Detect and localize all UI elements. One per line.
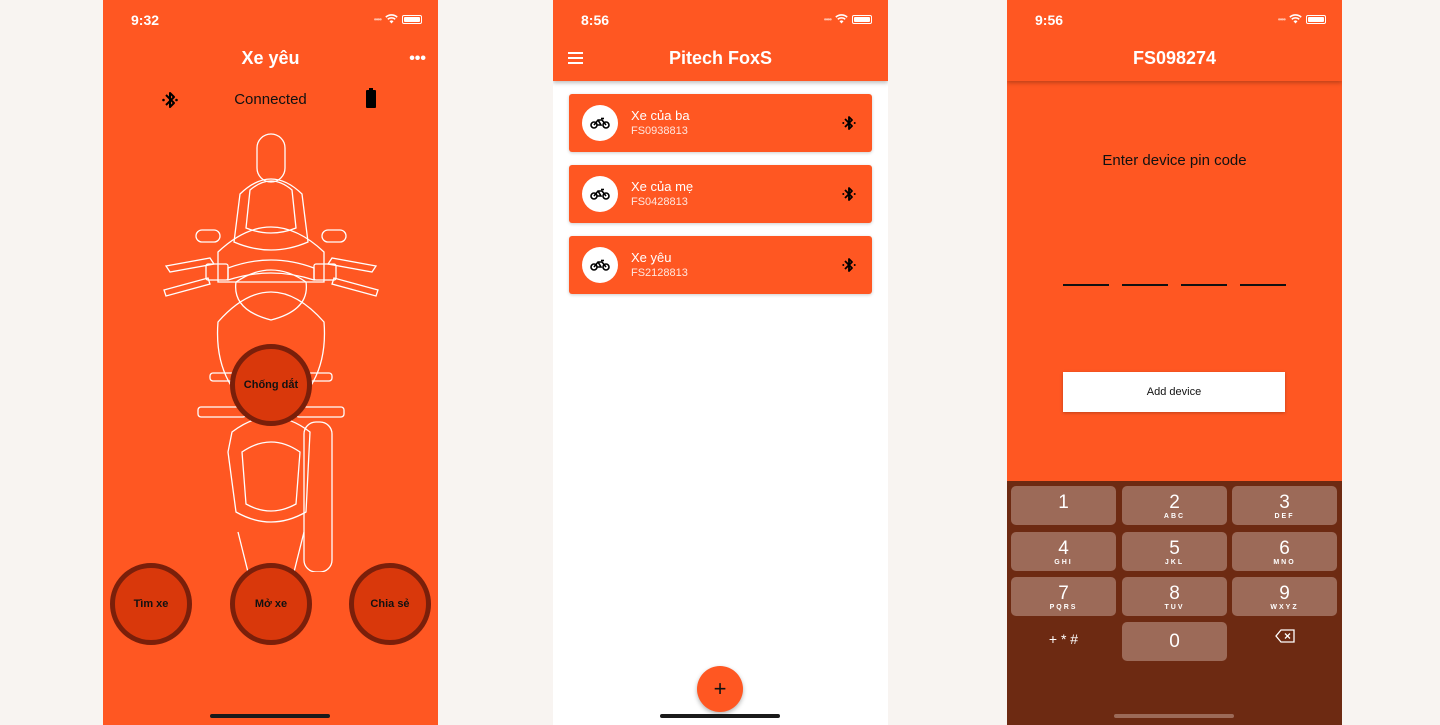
device-id: FS2128813	[631, 267, 688, 279]
device-card[interactable]: Xe yêu FS2128813	[569, 236, 872, 294]
bluetooth-icon[interactable]	[842, 114, 856, 132]
key-7[interactable]: 7 PQRS	[1011, 577, 1116, 616]
status-icons: ••••	[374, 14, 422, 24]
device-avatar	[582, 247, 618, 283]
key-4[interactable]: 4 GHI	[1011, 532, 1116, 571]
status-icons: ••••	[1278, 14, 1326, 24]
status-bar: 9:32 ••••	[103, 0, 438, 40]
key-letters: PQRS	[1049, 604, 1078, 611]
page-title: Pitech FoxS	[668, 48, 773, 68]
device-name: Xe của mẹ	[631, 179, 694, 194]
wifi-icon	[835, 14, 848, 24]
key-letters: DEF	[1274, 513, 1295, 520]
motorcycle-icon	[590, 117, 610, 129]
key-letters: WXYZ	[1270, 604, 1299, 611]
motorcycle-icon	[590, 188, 610, 200]
device-name: Xe yêu	[631, 250, 672, 265]
device-name: Xe của ba	[631, 108, 690, 123]
battery-status-icon	[402, 14, 422, 24]
wifi-icon	[385, 14, 398, 24]
unlock-vehicle-button[interactable]: Mở xe	[230, 563, 312, 645]
pin-digit-4[interactable]	[1240, 284, 1286, 286]
status-time: 9:56	[1035, 12, 1064, 28]
key-number: 3	[1279, 492, 1290, 513]
backspace-icon	[1274, 629, 1295, 643]
key-number: 5	[1169, 538, 1180, 559]
home-indicator[interactable]	[1114, 714, 1234, 718]
key-6[interactable]: 6 MNO	[1232, 532, 1337, 571]
home-indicator[interactable]	[210, 714, 330, 718]
battery-icon	[366, 88, 376, 108]
add-device-button[interactable]: Add device	[1063, 372, 1285, 412]
signal-icon: ••••	[1277, 14, 1286, 24]
anti-theft-button[interactable]: Chống dắt	[230, 344, 312, 426]
key-number: 7	[1058, 583, 1069, 604]
share-button[interactable]: Chia sẻ	[349, 563, 431, 645]
phone-screen-pin-entry: 9:56 •••• FS098274 Enter device pin code…	[1007, 0, 1342, 725]
status-time: 9:32	[131, 12, 160, 28]
connection-row: Connected	[103, 88, 438, 112]
key-9[interactable]: 9 WXYZ	[1232, 577, 1337, 616]
pin-digit-1[interactable]	[1063, 284, 1109, 286]
page-title: FS098274	[1132, 48, 1217, 68]
pin-digit-2[interactable]	[1122, 284, 1168, 286]
connection-status: Connected	[234, 91, 307, 108]
key-5[interactable]: 5 JKL	[1122, 532, 1227, 571]
phone-screen-device-list: 8:56 •••• Pitech FoxS Xe của ba FS093881…	[553, 0, 888, 725]
more-icon[interactable]: •••	[409, 50, 426, 68]
key-number: 4	[1058, 538, 1069, 559]
bluetooth-icon[interactable]	[842, 256, 856, 274]
status-icons: ••••	[824, 14, 872, 24]
app-bar: 8:56 •••• Pitech FoxS	[553, 0, 888, 81]
device-id: FS0428813	[631, 196, 688, 208]
home-indicator[interactable]	[660, 714, 780, 718]
find-vehicle-button[interactable]: Tìm xe	[110, 563, 192, 645]
key-number: 1	[1058, 492, 1069, 513]
motorcycle-icon	[590, 259, 610, 271]
pin-input[interactable]	[1063, 284, 1286, 286]
pin-prompt: Enter device pin code	[1102, 152, 1247, 169]
key-number: 2	[1169, 492, 1180, 513]
status-bar: 8:56 ••••	[553, 0, 888, 40]
phone-screen-vehicle-control: 9:32 •••• Xe yêu ••• Connected Chống dắt…	[103, 0, 438, 725]
pin-digit-3[interactable]	[1181, 284, 1227, 286]
key-8[interactable]: 8 TUV	[1122, 577, 1227, 616]
page-title: Xe yêu	[241, 48, 300, 68]
signal-icon: ••••	[373, 14, 382, 24]
key-symbols[interactable]: + * #	[1011, 631, 1116, 647]
key-0[interactable]: 0	[1122, 622, 1227, 661]
key-letters: GHI	[1054, 559, 1073, 566]
key-3[interactable]: 3 DEF	[1232, 486, 1337, 525]
key-1[interactable]: 1	[1011, 486, 1116, 525]
key-number: 6	[1279, 538, 1290, 559]
backspace-key[interactable]	[1232, 629, 1337, 648]
key-number: 8	[1169, 583, 1180, 604]
key-number: 9	[1279, 583, 1290, 604]
status-time: 8:56	[581, 12, 610, 28]
bluetooth-icon[interactable]	[842, 185, 856, 203]
device-card[interactable]: Xe của ba FS0938813	[569, 94, 872, 152]
battery-status-icon	[1306, 14, 1326, 24]
key-letters: JKL	[1164, 559, 1185, 566]
battery-status-icon	[852, 14, 872, 24]
app-bar: 9:56 •••• FS098274	[1007, 0, 1342, 81]
key-letters: MNO	[1273, 559, 1296, 566]
key-letters: TUV	[1164, 604, 1185, 611]
signal-icon: ••••	[823, 14, 832, 24]
key-2[interactable]: 2 ABC	[1122, 486, 1227, 525]
key-letters: ABC	[1163, 513, 1186, 520]
add-device-fab[interactable]: +	[697, 666, 743, 712]
key-number: 0	[1169, 631, 1180, 652]
device-card[interactable]: Xe của mẹ FS0428813	[569, 165, 872, 223]
wifi-icon	[1289, 14, 1302, 24]
device-list: Xe của ba FS0938813 Xe của mẹ FS0428813 …	[569, 94, 872, 307]
numeric-keypad: 1 2 ABC 3 DEF 4 GHI 5 JKL 6 MNO 7 PQRS 8 TUV 9W…	[1007, 481, 1342, 725]
device-avatar	[582, 176, 618, 212]
device-id: FS0938813	[631, 125, 688, 137]
status-bar: 9:56 ••••	[1007, 0, 1342, 40]
device-avatar	[582, 105, 618, 141]
